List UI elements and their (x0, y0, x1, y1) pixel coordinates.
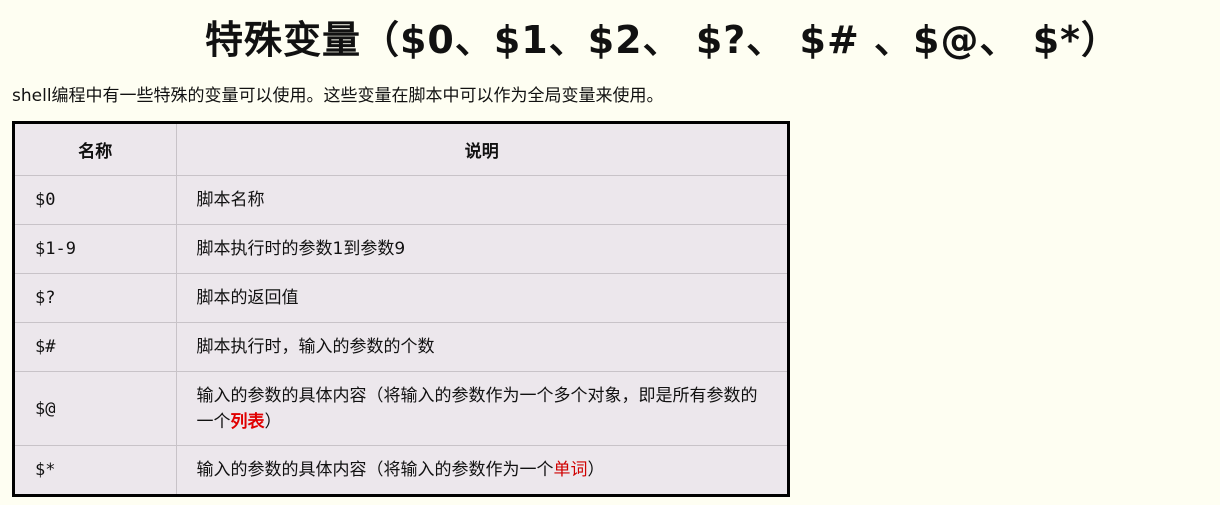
table-header-row: 名称 说明 (15, 124, 787, 176)
variable-description: 脚本的返回值 (176, 273, 787, 323)
column-header-name: 名称 (15, 124, 177, 176)
variable-name: $@ (15, 371, 177, 446)
table-row: $# 脚本执行时，输入的参数的个数 (15, 322, 787, 372)
variable-description: 脚本执行时，输入的参数的个数 (176, 322, 787, 372)
variable-description: 输入的参数的具体内容（将输入的参数作为一个单词） (176, 446, 787, 495)
column-header-description: 说明 (176, 124, 787, 176)
page-title: 特殊变量（$0、$1、$2、 $?、 $# 、$@、 $*） (204, 18, 1121, 62)
variable-name: $# (15, 322, 177, 372)
variable-description: 输入的参数的具体内容（将输入的参数作为一个多个对象，即是所有参数的一个列表） (176, 371, 787, 446)
table-row: $? 脚本的返回值 (15, 273, 787, 323)
special-variables-table-frame: 名称 说明 $0 脚本名称 $1-9 脚本执行时的参数1到参数9 $? 脚本的返… (12, 121, 790, 497)
highlight-keyword: 列表 (230, 411, 265, 432)
variable-description: 脚本执行时的参数1到参数9 (176, 224, 787, 274)
table-row: $* 输入的参数的具体内容（将输入的参数作为一个单词） (15, 445, 787, 495)
description-text-end: ） (587, 460, 605, 480)
table-row: $0 脚本名称 (15, 175, 787, 225)
variable-name: $? (15, 273, 177, 323)
description-text: 输入的参数的具体内容（将输入的参数作为一个 (196, 460, 554, 480)
variable-name: $* (15, 445, 177, 494)
description-text-end: ） (264, 411, 282, 432)
variable-description: 脚本名称 (176, 175, 787, 225)
page: 特殊变量（$0、$1、$2、 $?、 $# 、$@、 $*） shell编程中有… (0, 0, 1220, 505)
variable-name: $0 (15, 175, 177, 225)
special-variables-table: 名称 说明 $0 脚本名称 $1-9 脚本执行时的参数1到参数9 $? 脚本的返… (15, 124, 787, 494)
table-row: $1-9 脚本执行时的参数1到参数9 (15, 224, 787, 274)
intro-text: shell编程中有一些特殊的变量可以使用。这些变量在脚本中可以作为全局变量来使用… (12, 86, 664, 106)
variable-name: $1-9 (15, 224, 177, 274)
table-row: $@ 输入的参数的具体内容（将输入的参数作为一个多个对象，即是所有参数的一个列表… (15, 371, 787, 446)
highlight-keyword: 单词 (553, 460, 588, 480)
